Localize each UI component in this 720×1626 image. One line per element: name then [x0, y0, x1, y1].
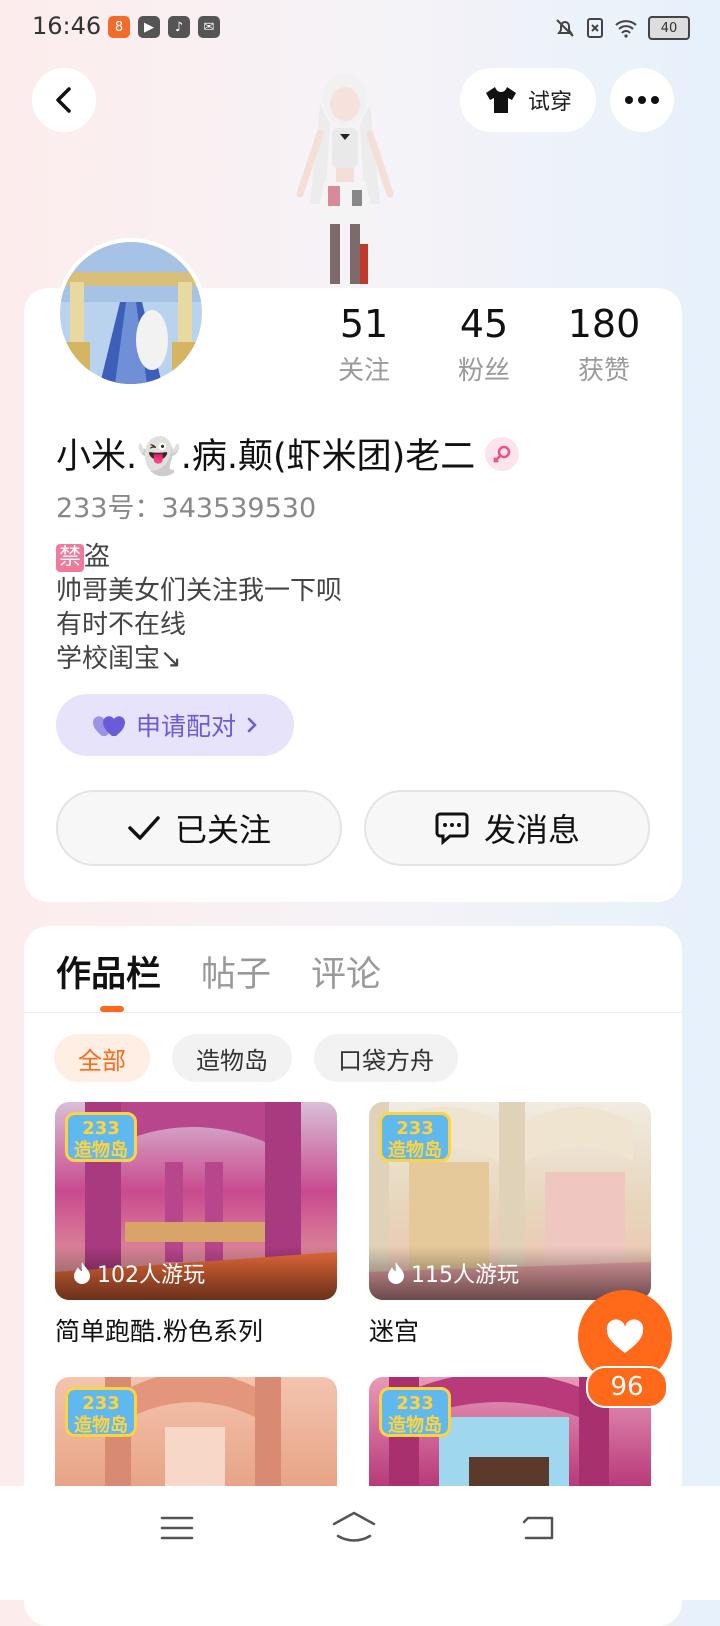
following-stat[interactable]: 51 关注	[304, 302, 424, 387]
content-tabs: 作品栏 帖子 评论	[56, 946, 381, 997]
request-pair-label: 申请配对	[135, 712, 236, 741]
play-count: 102人游玩	[55, 1246, 337, 1300]
bio-line: 帅哥美女们关注我一下呗	[56, 576, 343, 606]
mail-notification-icon: ✉	[198, 16, 220, 38]
work-item-title[interactable]: 简单跑酷.粉色系列	[55, 1312, 263, 1348]
play-count-text: 102人游玩	[97, 1263, 205, 1288]
play-count-text: 115人游玩	[411, 1263, 519, 1288]
ban-badge: 禁	[56, 543, 84, 572]
flame-icon	[74, 1262, 90, 1284]
avatar[interactable]	[56, 238, 206, 388]
followed-button[interactable]: 已关注	[56, 790, 342, 866]
back-button[interactable]	[32, 68, 96, 132]
bio-line: 禁盗	[56, 540, 342, 574]
tab-posts[interactable]: 帖子	[201, 946, 271, 997]
tshirt-icon	[485, 87, 516, 113]
name-row: 小米.👻.病.颠(虾米团)老二	[56, 428, 520, 479]
work-item-thumbnail[interactable]: 233 造物岛 102人游玩	[55, 1102, 337, 1300]
send-message-label: 发消息	[483, 811, 580, 849]
followers-label: 粉丝	[457, 356, 510, 386]
sim-off-icon	[587, 18, 603, 38]
work-item-title[interactable]: 迷宫	[369, 1312, 419, 1348]
mute-bell-icon	[556, 19, 574, 37]
creation-island-logo: 233 造物岛	[65, 1387, 137, 1437]
send-message-button[interactable]: 发消息	[364, 790, 650, 866]
creation-island-logo: 233 造物岛	[65, 1112, 137, 1162]
following-count: 51	[339, 302, 389, 346]
work-item-thumbnail[interactable]: 233 造物岛 115人游玩	[369, 1102, 651, 1300]
bio-line-text: 盗	[84, 542, 111, 572]
try-on-label: 试穿	[527, 90, 572, 115]
heart-icon	[606, 1319, 644, 1353]
chip-pocket-ark[interactable]: 口袋方舟	[314, 1034, 458, 1082]
bio-line: 学校闺宝↘	[56, 644, 182, 674]
likes-count: 180	[567, 302, 641, 346]
creation-island-logo: 233 造物岛	[379, 1112, 451, 1162]
creation-island-logo: 233 造物岛	[379, 1387, 451, 1437]
following-label: 关注	[337, 356, 390, 386]
status-bar: 16:46 8 ▶ ♪ ✉ 40	[0, 0, 720, 56]
avatar-character-figure[interactable]	[280, 64, 410, 294]
request-pair-button[interactable]: 申请配对	[56, 694, 294, 756]
chip-creation-island[interactable]: 造物岛	[172, 1034, 292, 1082]
chat-bubble-icon	[435, 812, 469, 845]
more-options-button[interactable]	[610, 68, 674, 132]
followers-count: 45	[459, 302, 509, 346]
back-arrow-icon	[56, 87, 71, 113]
chevron-right-icon	[247, 717, 257, 733]
username: 小米.👻.病.颠(虾米团)老二	[56, 437, 476, 477]
work-item-thumbnail[interactable]: 233 造物岛	[55, 1377, 337, 1486]
bio-line: 有时不在线	[56, 610, 187, 640]
flame-icon	[388, 1262, 404, 1284]
avatar-image	[60, 242, 202, 384]
app-notification-icon: 8	[108, 16, 130, 38]
likes-stat[interactable]: 180 获赞	[544, 302, 664, 387]
profile-stats: 51 关注 45 粉丝 180 获赞	[304, 302, 664, 387]
status-time: 16:46	[32, 12, 102, 40]
wifi-icon	[615, 20, 637, 38]
status-system-icons: 40	[554, 16, 690, 40]
more-dots-icon	[625, 96, 659, 104]
battery-icon: 40	[648, 16, 690, 40]
user-id: 233号：343539530	[56, 493, 317, 524]
likes-label: 获赞	[577, 356, 630, 386]
system-nav-bar	[0, 1486, 720, 1600]
tab-works[interactable]: 作品栏	[56, 946, 161, 997]
music-notification-icon: ♪	[168, 16, 190, 38]
filter-chips: 全部 造物岛 口袋方舟	[54, 1034, 458, 1082]
status-notification-icons: 8 ▶ ♪ ✉	[108, 16, 220, 38]
bio: 禁盗 帅哥美女们关注我一下呗 有时不在线 学校闺宝↘	[56, 540, 342, 676]
play-notification-icon: ▶	[138, 16, 160, 38]
home-icon[interactable]	[330, 1510, 378, 1544]
double-heart-icon	[92, 716, 125, 736]
followed-label: 已关注	[174, 811, 271, 849]
tab-comments[interactable]: 评论	[311, 946, 381, 997]
followers-stat[interactable]: 45 粉丝	[424, 302, 544, 387]
menu-icon[interactable]	[160, 1514, 194, 1542]
back-nav-icon[interactable]	[520, 1514, 556, 1542]
chip-all[interactable]: 全部	[54, 1034, 150, 1082]
try-on-button[interactable]: 试穿	[460, 68, 596, 132]
tabs-divider	[24, 1012, 682, 1013]
female-gender-icon	[485, 436, 520, 471]
check-icon	[128, 816, 160, 840]
like-count-badge: 96	[586, 1366, 668, 1408]
